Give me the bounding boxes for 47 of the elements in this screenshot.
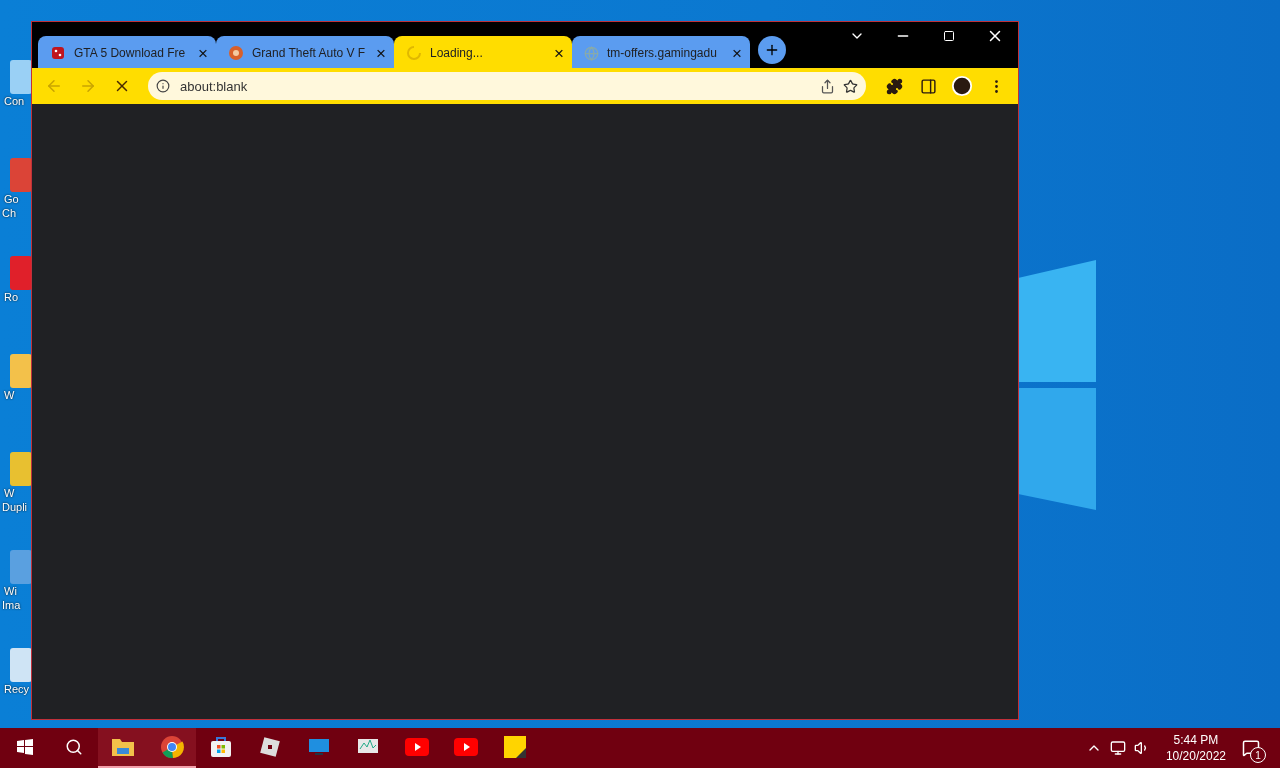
close-tab-button[interactable]: × [732, 44, 742, 62]
info-icon [156, 79, 170, 93]
dice-icon [50, 45, 66, 61]
desktop-icon-label: Dupli [2, 500, 28, 514]
close-tab-button[interactable]: × [198, 44, 208, 62]
address-bar[interactable]: about:blank [148, 72, 866, 100]
globe-icon [584, 45, 599, 61]
close-tab-button[interactable]: × [376, 44, 386, 62]
spinner-icon [406, 45, 422, 61]
desktop-icon-label: W [4, 388, 15, 402]
desktop-icon-label: Con [4, 94, 25, 108]
clock-time: 5:44 PM [1173, 732, 1219, 748]
desktop-icon-label: Ro [4, 290, 19, 304]
tab-title: GTA 5 Download Fre [74, 46, 187, 60]
close-tab-button[interactable]: × [554, 44, 564, 62]
bookmark-star-icon[interactable] [843, 78, 858, 94]
tab-title: tm-offers.gamingadu [607, 46, 718, 60]
tab-title: Loading... [430, 46, 484, 60]
puzzle-icon[interactable] [885, 77, 903, 95]
browser-tab[interactable]: GTA 5 Download Fre × [38, 36, 216, 70]
side-panel-icon[interactable] [919, 77, 937, 95]
play-icon [453, 738, 478, 756]
browser-tab[interactable]: tm-offers.gamingadu × [572, 36, 750, 70]
browser-tab[interactable]: Grand Theft Auto V F × [216, 36, 394, 70]
browser-tab[interactable]: Loading... × [394, 36, 572, 70]
desktop-icon-label: Go [4, 192, 19, 206]
sticky-note-icon [503, 736, 526, 758]
desktop-icon-label: W [4, 486, 15, 500]
share-icon[interactable] [820, 78, 835, 94]
taskbar-app[interactable] [147, 728, 196, 768]
tab-title: Grand Theft Auto V F [252, 46, 367, 60]
desktop-icon-label: Ch [2, 206, 17, 220]
play-icon [404, 738, 429, 756]
desktop-icon-label: Recy [4, 682, 30, 696]
desktop-icon-label: Ima [2, 598, 21, 612]
notification-count: 1 [1250, 747, 1266, 763]
desktop-icon-label: Wi [4, 584, 17, 598]
maximize-icon[interactable] [943, 30, 955, 42]
disc-icon [228, 45, 244, 61]
clock-date: 10/20/2022 [1165, 748, 1226, 764]
taskbar-app[interactable] [98, 728, 147, 768]
new-tab-button[interactable] [758, 36, 786, 64]
network-icon[interactable] [1109, 740, 1126, 756]
search-icon [64, 738, 83, 756]
store-bag-icon [208, 735, 233, 759]
profile-icon[interactable] [951, 75, 973, 97]
windows-logo-icon [16, 739, 33, 755]
